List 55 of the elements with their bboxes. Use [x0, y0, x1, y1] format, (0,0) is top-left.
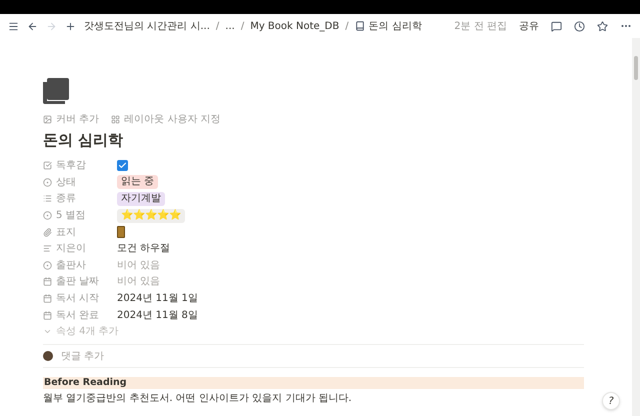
- star-icon[interactable]: [597, 20, 608, 32]
- comment-icon[interactable]: [551, 20, 562, 32]
- property-icon: [43, 178, 52, 187]
- paragraph: 월부 열기중급반의 추천도서. 어떤 인사이트가 있을지 기대가 됩니다.: [43, 392, 353, 406]
- clock-icon[interactable]: [574, 20, 585, 32]
- book-cover-thumbnail: [117, 226, 125, 238]
- breadcrumb-link[interactable]: My Book Note_DB: [250, 18, 340, 34]
- breadcrumb-link[interactable]: 갓생도전님의 시간관리 시...: [84, 18, 210, 34]
- property-icon: [43, 277, 52, 286]
- property-icon: [43, 228, 52, 237]
- menu-icon[interactable]: [8, 20, 19, 32]
- property-label: 종류: [56, 192, 76, 206]
- property-value: 모건 하우절: [117, 242, 170, 256]
- empty-value: 비어 있음: [117, 275, 160, 290]
- empty-value: 비어 있음: [117, 258, 160, 273]
- property-label: 출판사: [56, 258, 86, 273]
- checkbox[interactable]: [117, 160, 128, 172]
- property-icon: [43, 161, 52, 170]
- property-label: 지은이: [56, 242, 86, 256]
- property-icon: [43, 244, 52, 254]
- separator: /: [344, 20, 350, 34]
- page-title: 돈의 심리학: [43, 130, 124, 151]
- property-label: 상태: [56, 176, 76, 190]
- book-icon: [43, 78, 69, 104]
- property-icon: [43, 310, 52, 320]
- avatar: [43, 351, 53, 362]
- property-label: 출판 날짜: [56, 275, 100, 290]
- scrollbar[interactable]: [632, 38, 640, 416]
- help-button[interactable]: ?: [602, 392, 620, 410]
- property-label: 표지: [56, 226, 76, 240]
- separator: /: [214, 20, 220, 34]
- edited-time: 2분 전 편집: [454, 20, 507, 34]
- new-page-icon[interactable]: [65, 20, 76, 32]
- property-label: 독후감: [56, 159, 86, 174]
- property-tag: 읽는 중: [117, 175, 158, 190]
- share-button[interactable]: 공유: [519, 18, 539, 34]
- property-icon: [43, 194, 52, 204]
- property-tag: ⭐⭐⭐⭐⭐: [117, 208, 185, 223]
- property-icon: [43, 260, 52, 270]
- back-icon[interactable]: [27, 20, 38, 32]
- callout-heading: Before Reading: [43, 377, 584, 390]
- property-icon: [43, 294, 52, 304]
- property-value: 2024년 11월 8일: [117, 308, 198, 323]
- property-value: 2024년 11월 1일: [117, 292, 198, 306]
- property-label: 독서 시작: [56, 292, 100, 306]
- layout-icon: [111, 115, 120, 124]
- property-label: 독서 완료: [56, 308, 100, 323]
- property-icon: [43, 211, 52, 220]
- property-label: 5 별점: [56, 209, 86, 224]
- book-icon: [354, 21, 365, 31]
- property-tag: 자기계발: [117, 192, 165, 206]
- image-icon: [43, 115, 52, 124]
- separator: /: [240, 20, 246, 34]
- breadcrumb-link[interactable]: ...: [225, 18, 235, 34]
- breadcrumb-link[interactable]: 돈의 심리학: [368, 18, 422, 34]
